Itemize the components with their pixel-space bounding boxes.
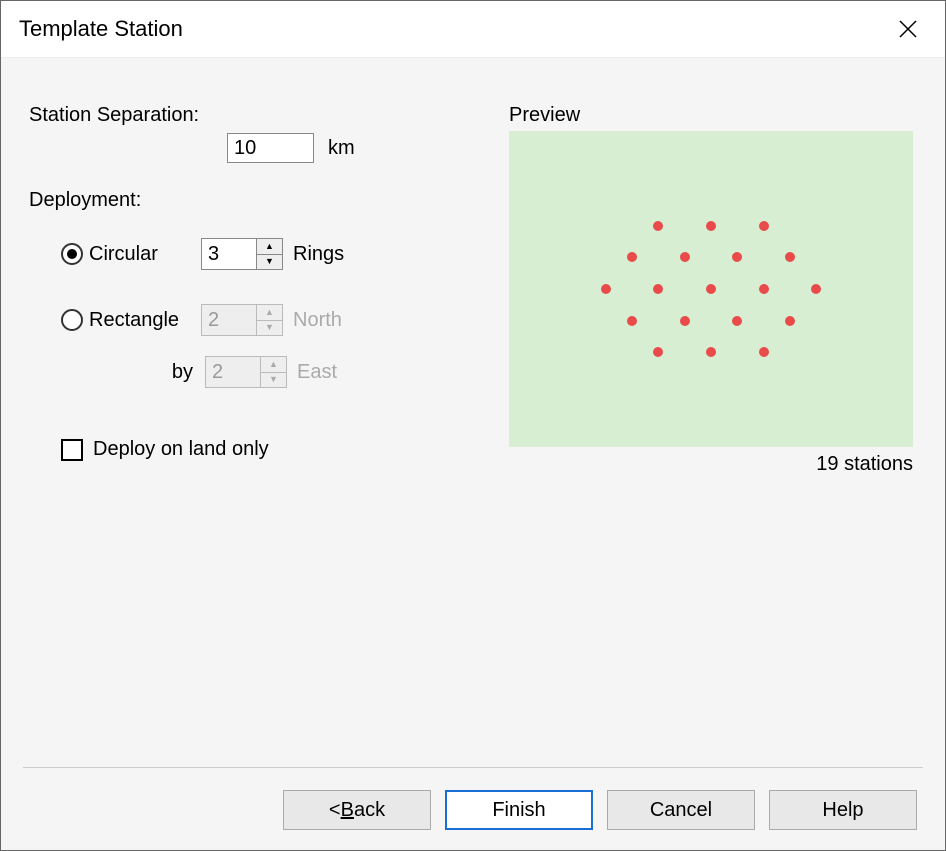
rings-suffix: Rings [293,243,344,266]
station-dot [759,347,769,357]
close-button[interactable] [893,14,923,44]
preview-label: Preview [509,104,917,127]
back-button-prefix: < [329,799,341,822]
station-dot [759,221,769,231]
station-dot [706,221,716,231]
rectangle-radio-label[interactable]: Rectangle [89,309,201,332]
close-icon [899,20,917,38]
deployment-label: Deployment: [29,189,509,212]
east-input [206,357,260,387]
north-spinner: ▲ ▼ [201,304,283,336]
rings-input[interactable] [202,239,256,269]
north-suffix: North [293,309,342,332]
rings-down-button[interactable]: ▼ [257,255,282,270]
station-dot [653,347,663,357]
station-dot [680,252,690,262]
by-label: by [61,361,205,384]
station-dot [653,284,663,294]
rings-spinner: ▲ ▼ [201,238,283,270]
station-dot [627,252,637,262]
circular-radio[interactable] [61,243,83,265]
land-only-checkbox[interactable] [61,439,83,461]
station-dot [653,221,663,231]
rings-up-button[interactable]: ▲ [257,239,282,255]
back-button-mnemonic: B [341,799,354,822]
north-input [202,305,256,335]
station-dot [601,284,611,294]
station-dot [680,316,690,326]
station-separation-label: Station Separation: [29,104,227,127]
station-dot [732,252,742,262]
station-dot [627,316,637,326]
dialog-body: Station Separation: km Deployment: Circu… [1,57,945,850]
dialog-window: Template Station Station Separation: km … [0,0,946,851]
station-separation-unit: km [328,137,355,160]
station-dot [785,316,795,326]
preview-column: Preview 19 stations [509,104,917,476]
help-button[interactable]: Help [769,790,917,830]
preview-canvas [509,131,913,447]
back-button[interactable]: < Back [283,790,431,830]
station-dot [811,284,821,294]
north-down-button: ▼ [257,321,282,336]
station-dot [706,284,716,294]
circular-radio-label[interactable]: Circular [89,243,201,266]
north-up-button: ▲ [257,305,282,321]
station-dot [706,347,716,357]
station-dot [732,316,742,326]
rectangle-radio[interactable] [61,309,83,331]
station-dot [785,252,795,262]
land-only-label[interactable]: Deploy on land only [93,438,269,461]
east-down-button: ▼ [261,373,286,388]
cancel-button[interactable]: Cancel [607,790,755,830]
station-dot [759,284,769,294]
east-suffix: East [297,361,337,384]
east-spinner: ▲ ▼ [205,356,287,388]
station-separation-input[interactable] [227,133,314,163]
button-row: < Back Finish Cancel Help [1,790,945,830]
station-count: 19 stations [509,453,913,476]
back-button-rest: ack [354,799,385,822]
east-up-button: ▲ [261,357,286,373]
window-title: Template Station [19,16,183,42]
titlebar: Template Station [1,1,945,57]
button-separator [23,767,923,768]
finish-button[interactable]: Finish [445,790,593,830]
settings-column: Station Separation: km Deployment: Circu… [29,104,509,476]
